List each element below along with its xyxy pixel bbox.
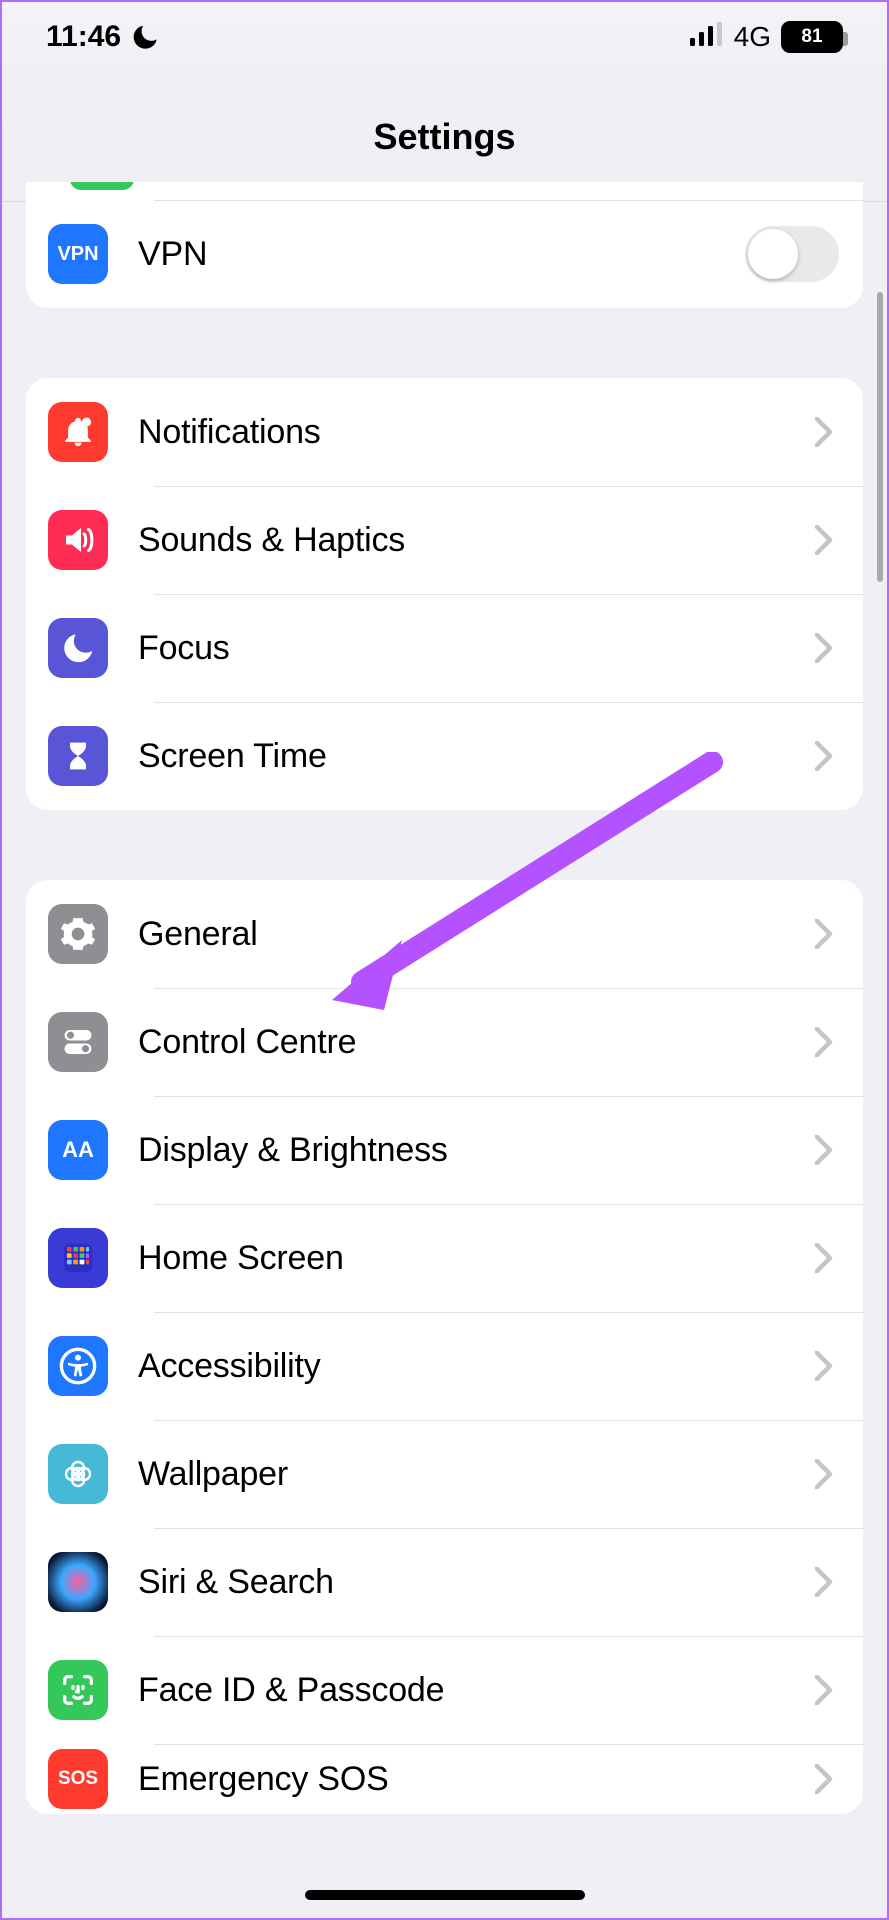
vpn-toggle[interactable]: [745, 226, 839, 282]
row-controlcentre[interactable]: Control Centre: [26, 988, 863, 1096]
row-accessibility[interactable]: Accessibility: [26, 1312, 863, 1420]
sos-icon: SOS: [48, 1749, 108, 1809]
accessibility-icon: [48, 1336, 108, 1396]
row-label: Accessibility: [108, 1347, 815, 1386]
row-homescreen[interactable]: Home Screen: [26, 1204, 863, 1312]
chevron-right-icon: [815, 741, 839, 771]
status-right: 4G 81: [690, 20, 843, 54]
row-label: Home Screen: [108, 1239, 815, 1278]
row-label: Screen Time: [108, 737, 815, 776]
chevron-right-icon: [815, 417, 839, 447]
wallpaper-icon: [48, 1444, 108, 1504]
faceid-icon: [48, 1660, 108, 1720]
page-title-text: Settings: [373, 116, 515, 158]
general-gear-icon: [48, 904, 108, 964]
settings-group-network: VPN VPN: [26, 182, 863, 308]
row-label: Notifications: [108, 413, 815, 452]
row-wallpaper[interactable]: Wallpaper: [26, 1420, 863, 1528]
row-label: Siri & Search: [108, 1563, 815, 1602]
chevron-right-icon: [815, 525, 839, 555]
row-display[interactable]: AA Display & Brightness: [26, 1096, 863, 1204]
settings-group-attention: Notifications Sounds & Haptics Focus Scr…: [26, 378, 863, 810]
focus-icon: [48, 618, 108, 678]
chevron-right-icon: [815, 1027, 839, 1057]
chevron-right-icon: [815, 1675, 839, 1705]
battery-icon: 81: [781, 21, 843, 53]
display-icon: AA: [48, 1120, 108, 1180]
row-siri[interactable]: Siri & Search: [26, 1528, 863, 1636]
status-time: 11:46: [46, 20, 121, 54]
cellular-signal-icon: [690, 20, 724, 54]
row-label: Emergency SOS: [108, 1760, 815, 1799]
row-label: Focus: [108, 629, 815, 668]
home-screen-icon: [48, 1228, 108, 1288]
chevron-right-icon: [815, 1135, 839, 1165]
chevron-right-icon: [815, 633, 839, 663]
chevron-right-icon: [815, 919, 839, 949]
chevron-right-icon: [815, 1459, 839, 1489]
settings-content: VPN VPN Notifications Sounds & Haptics: [2, 182, 887, 1814]
row-general[interactable]: General: [26, 880, 863, 988]
screentime-icon: [48, 726, 108, 786]
sounds-icon: [48, 510, 108, 570]
battery-percent: 81: [801, 26, 822, 48]
status-left: 11:46: [46, 20, 159, 54]
row-sos[interactable]: SOS Emergency SOS: [26, 1744, 863, 1814]
row-screentime[interactable]: Screen Time: [26, 702, 863, 810]
chevron-right-icon: [815, 1243, 839, 1273]
notifications-icon: [48, 402, 108, 462]
row-label: Face ID & Passcode: [108, 1671, 815, 1710]
row-label: Sounds & Haptics: [108, 521, 815, 560]
row-focus[interactable]: Focus: [26, 594, 863, 702]
control-centre-icon: [48, 1012, 108, 1072]
row-faceid[interactable]: Face ID & Passcode: [26, 1636, 863, 1744]
status-bar: 11:46 4G 81: [2, 2, 887, 72]
scroll-indicator: [877, 292, 883, 582]
row-notifications[interactable]: Notifications: [26, 378, 863, 486]
settings-group-system: General Control Centre AA Display & Brig…: [26, 880, 863, 1814]
network-type: 4G: [734, 21, 771, 53]
row-label: General: [108, 915, 815, 954]
vpn-icon: VPN: [48, 224, 108, 284]
row-label: Wallpaper: [108, 1455, 815, 1494]
row-vpn[interactable]: VPN VPN: [26, 200, 863, 308]
chevron-right-icon: [815, 1351, 839, 1381]
row-label-vpn: VPN: [108, 235, 745, 274]
row-label: Display & Brightness: [108, 1131, 815, 1170]
row-label: Control Centre: [108, 1023, 815, 1062]
home-indicator: [305, 1890, 585, 1900]
chevron-right-icon: [815, 1567, 839, 1597]
prior-row-peek-icon: [70, 182, 134, 190]
chevron-right-icon: [815, 1764, 839, 1794]
do-not-disturb-icon: [131, 23, 159, 51]
row-sounds[interactable]: Sounds & Haptics: [26, 486, 863, 594]
siri-icon: [48, 1552, 108, 1612]
